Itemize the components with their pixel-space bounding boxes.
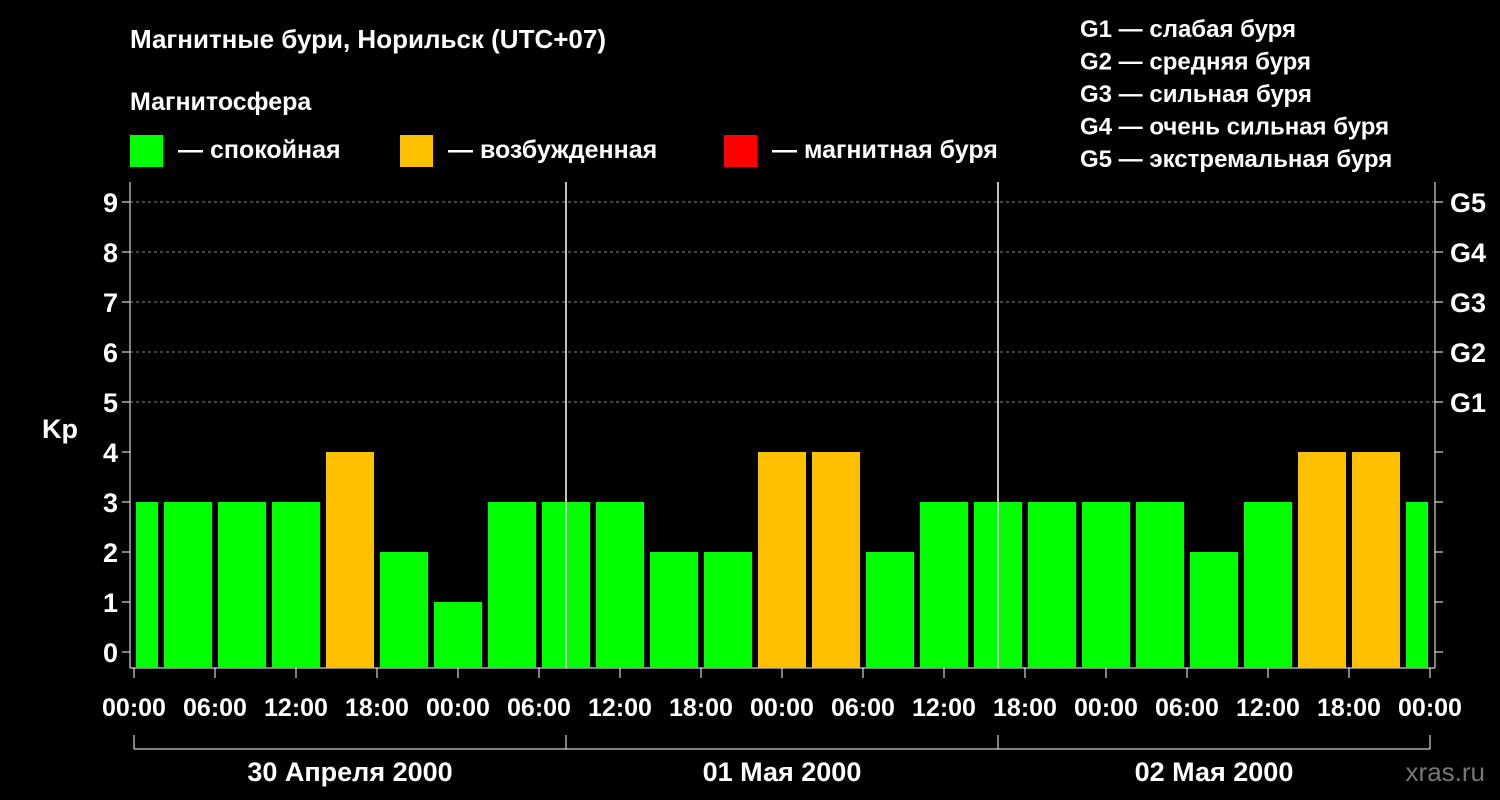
kp-bar <box>136 502 158 668</box>
x-tick-label: 00:00 <box>1074 694 1138 722</box>
x-tick-label: 18:00 <box>1317 694 1381 722</box>
x-tick-label: 06:00 <box>1155 694 1219 722</box>
chart-title: Магнитные бури, Норильск (UTC+07) <box>130 24 606 54</box>
legend-label: — спокойная <box>178 136 341 164</box>
kp-bar <box>866 552 914 668</box>
x-tick-label: 12:00 <box>1236 694 1300 722</box>
kp-bar <box>704 552 752 668</box>
magnetosphere-title: Магнитосфера <box>130 88 312 116</box>
kp-bar <box>1082 502 1130 668</box>
storm-legend-item: G2 — средняя буря <box>1080 49 1311 76</box>
x-tick-label: 12:00 <box>264 694 328 722</box>
storm-level-label: G1 <box>1450 388 1486 418</box>
y-tick-label: 6 <box>103 338 118 368</box>
kp-bar <box>218 502 266 668</box>
kp-bar <box>434 602 482 668</box>
y-tick-label: 2 <box>103 538 118 568</box>
kp-bar <box>1190 552 1238 668</box>
y-tick-label: 9 <box>103 188 118 218</box>
x-tick-label: 00:00 <box>750 694 814 722</box>
legend-swatch <box>130 135 163 167</box>
storm-legend-item: G3 — сильная буря <box>1080 81 1312 108</box>
kp-bar <box>1028 502 1076 668</box>
kp-bar <box>650 552 698 668</box>
storm-level-label: G2 <box>1450 338 1486 368</box>
kp-bar <box>326 452 374 668</box>
storm-legend-item: G5 — экстремальная буря <box>1080 146 1392 173</box>
y-tick-label: 4 <box>103 438 118 468</box>
x-tick-label: 18:00 <box>669 694 733 722</box>
x-tick-label: 06:00 <box>831 694 895 722</box>
kp-bar <box>1352 452 1400 668</box>
x-tick-label: 00:00 <box>102 694 166 722</box>
x-tick-label: 06:00 <box>183 694 247 722</box>
storm-level-label: G3 <box>1450 288 1486 318</box>
kp-bar <box>758 452 806 668</box>
watermark: xras.ru <box>1406 757 1485 787</box>
legend-swatch <box>724 135 757 167</box>
y-tick-label: 5 <box>103 388 118 418</box>
y-tick-label: 0 <box>103 638 118 668</box>
kp-chart: Магнитные бури, Норильск (UTC+07) Магнито… <box>42 16 1486 787</box>
x-tick-label: 00:00 <box>1398 694 1462 722</box>
kp-bar <box>812 452 860 668</box>
x-tick-label: 12:00 <box>588 694 652 722</box>
kp-bar <box>380 552 428 668</box>
kp-bar <box>1136 502 1184 668</box>
day-label: 02 Мая 2000 <box>1135 757 1294 787</box>
kp-bar <box>1298 452 1346 668</box>
legend-label: — возбужденная <box>448 136 657 164</box>
kp-bar <box>272 502 320 668</box>
x-tick-label: 00:00 <box>426 694 490 722</box>
kp-bar <box>488 502 536 668</box>
kp-bar <box>1244 502 1292 668</box>
storm-level-label: G4 <box>1450 238 1486 268</box>
storm-level-label: G5 <box>1450 188 1486 218</box>
legend-label: — магнитная буря <box>772 136 998 164</box>
storm-legend-item: G1 — слабая буря <box>1080 16 1296 43</box>
kp-bar <box>596 502 644 668</box>
legend-swatch <box>400 135 433 167</box>
kp-bar <box>1406 502 1428 668</box>
kp-bar <box>920 502 968 668</box>
y-tick-label: 7 <box>103 288 118 318</box>
day-label: 30 Апреля 2000 <box>247 757 452 787</box>
y-axis-label: Kp <box>42 414 78 444</box>
x-tick-label: 06:00 <box>507 694 571 722</box>
y-tick-label: 8 <box>103 238 118 268</box>
x-tick-label: 18:00 <box>345 694 409 722</box>
x-tick-label: 12:00 <box>912 694 976 722</box>
day-label: 01 Мая 2000 <box>703 757 862 787</box>
storm-legend-item: G4 — очень сильная буря <box>1080 114 1389 141</box>
kp-bar <box>164 502 212 668</box>
x-tick-label: 18:00 <box>993 694 1057 722</box>
y-tick-label: 1 <box>103 588 118 618</box>
y-tick-label: 3 <box>103 488 118 518</box>
